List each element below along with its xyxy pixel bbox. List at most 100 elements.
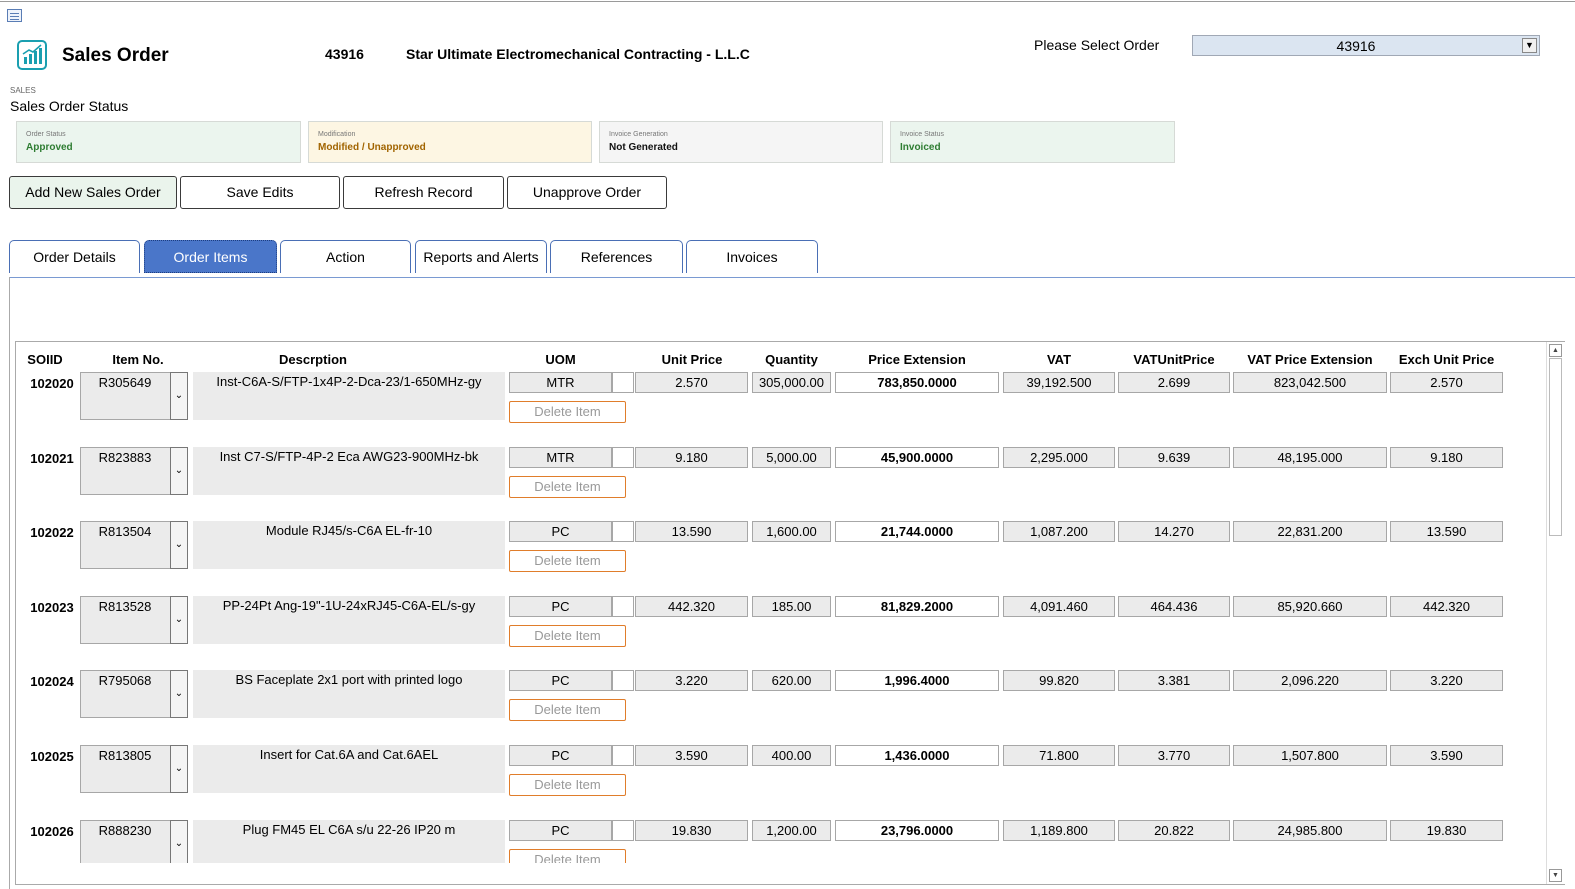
- uom-cell[interactable]: PC: [509, 820, 612, 841]
- vat-cell[interactable]: 4,091.460: [1003, 596, 1115, 617]
- select-order-dropdown[interactable]: 43916 ▼: [1192, 35, 1540, 56]
- delete-item-button[interactable]: Delete Item: [509, 625, 626, 647]
- exch-unit-price-cell[interactable]: 19.830: [1390, 820, 1503, 841]
- vat-price-extension-cell[interactable]: 22,831.200: [1233, 521, 1387, 542]
- price-extension-cell[interactable]: 81,829.2000: [835, 596, 999, 617]
- vat-unit-price-cell[interactable]: 464.436: [1118, 596, 1230, 617]
- chevron-down-icon[interactable]: ⌄: [170, 521, 188, 569]
- quantity-cell[interactable]: 1,200.00: [752, 820, 831, 841]
- delete-item-button[interactable]: Delete Item: [509, 849, 626, 863]
- price-extension-cell[interactable]: 783,850.0000: [835, 372, 999, 393]
- description-field[interactable]: Inst C7-S/FTP-4P-2 Eca AWG23-900MHz-bk: [193, 447, 505, 495]
- scroll-down-icon[interactable]: ▼: [1549, 869, 1562, 882]
- vat-price-extension-cell[interactable]: 24,985.800: [1233, 820, 1387, 841]
- price-extension-cell[interactable]: 1,996.4000: [835, 670, 999, 691]
- tab-order-details[interactable]: Order Details: [9, 240, 140, 273]
- chevron-down-icon[interactable]: ⌄: [170, 372, 188, 420]
- quantity-cell[interactable]: 620.00: [752, 670, 831, 691]
- delete-item-button[interactable]: Delete Item: [509, 699, 626, 721]
- item-no-combo[interactable]: R813528 ⌄: [80, 596, 188, 644]
- chevron-down-icon[interactable]: ⌄: [170, 820, 188, 863]
- scroll-up-icon[interactable]: ▲: [1549, 344, 1562, 357]
- price-extension-cell[interactable]: 21,744.0000: [835, 521, 999, 542]
- tab-references[interactable]: References: [550, 240, 683, 273]
- tab-invoices[interactable]: Invoices: [686, 240, 818, 273]
- vat-price-extension-cell[interactable]: 823,042.500: [1233, 372, 1387, 393]
- vat-price-extension-cell[interactable]: 48,195.000: [1233, 447, 1387, 468]
- quantity-cell[interactable]: 305,000.00: [752, 372, 831, 393]
- exch-unit-price-cell[interactable]: 3.220: [1390, 670, 1503, 691]
- description-field[interactable]: Inst-C6A-S/FTP-1x4P-2-Dca-23/1-650MHz-gy: [193, 372, 505, 420]
- item-no-combo[interactable]: R888230 ⌄: [80, 820, 188, 863]
- price-extension-cell[interactable]: 23,796.0000: [835, 820, 999, 841]
- item-no-combo[interactable]: R813504 ⌄: [80, 521, 188, 569]
- vat-unit-price-cell[interactable]: 2.699: [1118, 372, 1230, 393]
- chevron-down-icon[interactable]: ▼: [1522, 38, 1537, 53]
- quantity-cell[interactable]: 1,600.00: [752, 521, 831, 542]
- unit-price-cell[interactable]: 3.590: [635, 745, 748, 766]
- vertical-scrollbar[interactable]: ▲ ▼: [1546, 342, 1565, 884]
- item-no-combo[interactable]: R305649 ⌄: [80, 372, 188, 420]
- uom-cell[interactable]: PC: [509, 670, 612, 691]
- quantity-cell[interactable]: 185.00: [752, 596, 831, 617]
- unit-price-cell[interactable]: 2.570: [635, 372, 748, 393]
- vat-cell[interactable]: 1,189.800: [1003, 820, 1115, 841]
- unit-price-cell[interactable]: 19.830: [635, 820, 748, 841]
- chevron-down-icon[interactable]: ⌄: [170, 447, 188, 495]
- vat-price-extension-cell[interactable]: 2,096.220: [1233, 670, 1387, 691]
- tab-action[interactable]: Action: [280, 240, 411, 273]
- uom-cell[interactable]: PC: [509, 521, 612, 542]
- description-field[interactable]: Plug FM45 EL C6A s/u 22-26 IP20 m: [193, 820, 505, 863]
- vat-price-extension-cell[interactable]: 1,507.800: [1233, 745, 1387, 766]
- vat-unit-price-cell[interactable]: 14.270: [1118, 521, 1230, 542]
- uom-cell[interactable]: PC: [509, 745, 612, 766]
- vat-cell[interactable]: 71.800: [1003, 745, 1115, 766]
- exch-unit-price-cell[interactable]: 3.590: [1390, 745, 1503, 766]
- exch-unit-price-cell[interactable]: 442.320: [1390, 596, 1503, 617]
- vat-unit-price-cell[interactable]: 20.822: [1118, 820, 1230, 841]
- tab-reports-and-alerts[interactable]: Reports and Alerts: [415, 240, 547, 273]
- item-no-combo[interactable]: R823883 ⌄: [80, 447, 188, 495]
- price-extension-cell[interactable]: 1,436.0000: [835, 745, 999, 766]
- uom-cell[interactable]: MTR: [509, 447, 612, 468]
- vat-cell[interactable]: 39,192.500: [1003, 372, 1115, 393]
- vat-unit-price-cell[interactable]: 9.639: [1118, 447, 1230, 468]
- delete-item-button[interactable]: Delete Item: [509, 550, 626, 572]
- item-no-combo[interactable]: R813805 ⌄: [80, 745, 188, 793]
- save-edits-button[interactable]: Save Edits: [180, 176, 340, 209]
- vat-cell[interactable]: 2,295.000: [1003, 447, 1115, 468]
- quantity-cell[interactable]: 5,000.00: [752, 447, 831, 468]
- vat-unit-price-cell[interactable]: 3.770: [1118, 745, 1230, 766]
- exch-unit-price-cell[interactable]: 9.180: [1390, 447, 1503, 468]
- item-no-combo[interactable]: R795068 ⌄: [80, 670, 188, 718]
- refresh-record-button[interactable]: Refresh Record: [343, 176, 504, 209]
- quantity-cell[interactable]: 400.00: [752, 745, 831, 766]
- chevron-down-icon[interactable]: ⌄: [170, 745, 188, 793]
- add-new-sales-order-button[interactable]: Add New Sales Order: [9, 176, 177, 209]
- exch-unit-price-cell[interactable]: 13.590: [1390, 521, 1503, 542]
- chevron-down-icon[interactable]: ⌄: [170, 670, 188, 718]
- vat-price-extension-cell[interactable]: 85,920.660: [1233, 596, 1387, 617]
- vat-cell[interactable]: 1,087.200: [1003, 521, 1115, 542]
- tab-order-items[interactable]: Order Items: [144, 240, 277, 273]
- delete-item-button[interactable]: Delete Item: [509, 401, 626, 423]
- vat-cell[interactable]: 99.820: [1003, 670, 1115, 691]
- unit-price-cell[interactable]: 442.320: [635, 596, 748, 617]
- description-field[interactable]: PP-24Pt Ang-19"-1U-24xRJ45-C6A-EL/s-gy: [193, 596, 505, 644]
- unit-price-cell[interactable]: 13.590: [635, 521, 748, 542]
- chevron-down-icon[interactable]: ⌄: [170, 596, 188, 644]
- unapprove-order-button[interactable]: Unapprove Order: [507, 176, 667, 209]
- uom-cell[interactable]: PC: [509, 596, 612, 617]
- delete-item-button[interactable]: Delete Item: [509, 476, 626, 498]
- description-field[interactable]: Insert for Cat.6A and Cat.6AEL: [193, 745, 505, 793]
- uom-cell[interactable]: MTR: [509, 372, 612, 393]
- description-field[interactable]: BS Faceplate 2x1 port with printed logo: [193, 670, 505, 718]
- price-extension-cell[interactable]: 45,900.0000: [835, 447, 999, 468]
- unit-price-cell[interactable]: 3.220: [635, 670, 748, 691]
- delete-item-button[interactable]: Delete Item: [509, 774, 626, 796]
- exch-unit-price-cell[interactable]: 2.570: [1390, 372, 1503, 393]
- scrollbar-thumb[interactable]: [1549, 358, 1562, 536]
- vat-unit-price-cell[interactable]: 3.381: [1118, 670, 1230, 691]
- unit-price-cell[interactable]: 9.180: [635, 447, 748, 468]
- description-field[interactable]: Module RJ45/s-C6A EL-fr-10: [193, 521, 505, 569]
